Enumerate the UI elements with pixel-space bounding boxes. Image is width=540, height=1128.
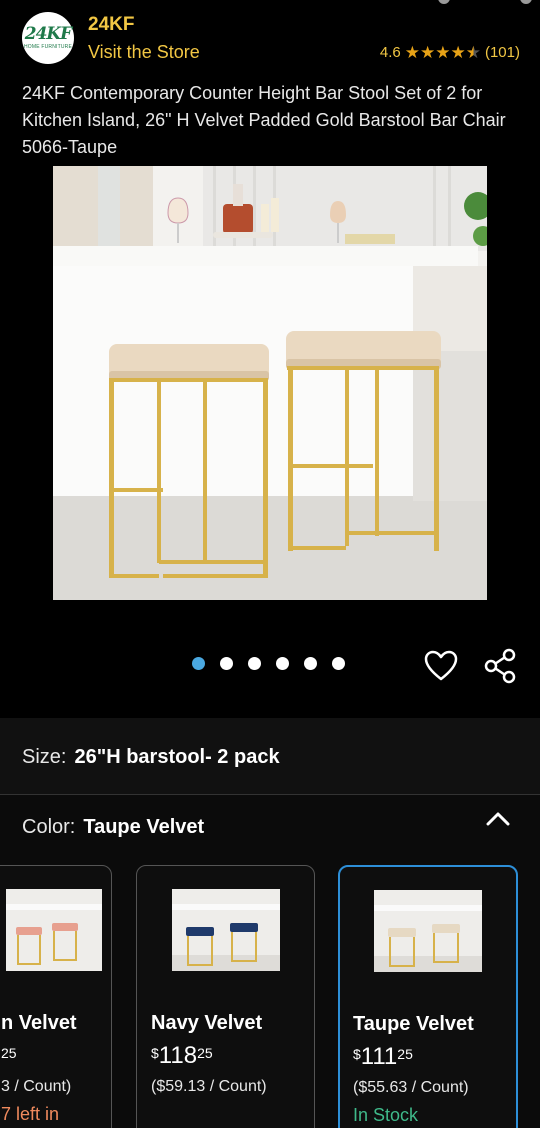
- pager-dot[interactable]: [248, 657, 261, 670]
- price-fraction: 25: [197, 1045, 213, 1061]
- chevron-up-icon[interactable]: [484, 808, 512, 830]
- rating-value: 4.6: [379, 44, 401, 61]
- pager-dot[interactable]: [332, 657, 345, 670]
- swatch-stock: 7 left in: [1, 1104, 60, 1124]
- brand-name[interactable]: 24KF: [88, 14, 134, 36]
- logo-mark: 24KF: [24, 24, 73, 44]
- star-icon: ★: [435, 43, 451, 62]
- price-currency: $: [151, 1045, 159, 1061]
- swatch-price: $11825: [151, 1042, 213, 1070]
- pager-dot[interactable]: [276, 657, 289, 670]
- image-pager[interactable]: [192, 657, 345, 670]
- price-currency: $: [353, 1046, 361, 1062]
- color-swatch-navy[interactable]: Navy Velvet $11825 ($59.13 / Count): [136, 865, 315, 1128]
- swatch-name: Taupe Velvet: [353, 1013, 474, 1035]
- price-fraction: 25: [397, 1046, 413, 1062]
- star-rating-icon: ★ ★ ★ ★ ★: [405, 44, 481, 61]
- swatch-image: [340, 867, 516, 995]
- swatch-price: 25: [1, 1042, 17, 1061]
- barstool-photo: [53, 166, 487, 600]
- rating-count: (101): [484, 44, 520, 61]
- swatch-image: [0, 866, 111, 994]
- star-icon: ★: [450, 43, 466, 62]
- price-fraction: 25: [1, 1045, 17, 1061]
- product-title: 24KF Contemporary Counter Height Bar Sto…: [22, 83, 506, 157]
- pager-dot-active[interactable]: [192, 657, 205, 670]
- swatch-stock: In Stock: [353, 1105, 419, 1125]
- brand-logo[interactable]: 24KF HOME FURNITURE: [22, 12, 74, 64]
- star-icon: ★: [419, 43, 436, 62]
- swatch-name: Navy Velvet: [151, 1012, 263, 1034]
- rating-summary[interactable]: 4.6 ★ ★ ★ ★ ★ (101): [380, 44, 520, 61]
- swatch-name: n Velvet: [1, 1012, 77, 1034]
- size-value: 26"H barstool- 2 pack: [74, 746, 280, 768]
- price-whole: 118: [158, 1042, 198, 1069]
- pager-dot[interactable]: [220, 657, 233, 670]
- color-swatch-taupe[interactable]: Taupe Velvet $11125 ($55.63 / Count) In …: [338, 865, 518, 1128]
- swatch-unit-price: 3 / Count): [1, 1078, 72, 1095]
- swatch-unit-price: ($55.63 / Count): [353, 1079, 469, 1096]
- color-label: Color:: [22, 816, 76, 838]
- size-selector[interactable]: Size: 26"H barstool- 2 pack: [22, 746, 280, 769]
- share-icon[interactable]: [484, 648, 518, 684]
- heart-icon[interactable]: [424, 650, 458, 682]
- product-image[interactable]: [53, 166, 487, 600]
- swatch-image: [137, 866, 314, 994]
- pager-dot[interactable]: [304, 657, 317, 670]
- visit-store-link[interactable]: Visit the Store: [88, 42, 200, 63]
- size-label: Size:: [22, 746, 67, 768]
- logo-subtext: HOME FURNITURE: [23, 44, 73, 50]
- swatch-price: $11125: [353, 1043, 413, 1071]
- color-swatch-pink[interactable]: n Velvet 25 3 / Count) 7 left in: [0, 865, 112, 1128]
- store-header: 24KF HOME FURNITURE 24KF Visit the Store…: [0, 0, 540, 78]
- star-half-icon: ★: [465, 43, 481, 62]
- color-value: Taupe Velvet: [83, 816, 205, 838]
- star-icon: ★: [404, 43, 420, 62]
- swatch-unit-price: ($59.13 / Count): [151, 1078, 267, 1095]
- color-selector[interactable]: Color: Taupe Velvet: [22, 816, 204, 839]
- price-whole: 111: [360, 1043, 398, 1070]
